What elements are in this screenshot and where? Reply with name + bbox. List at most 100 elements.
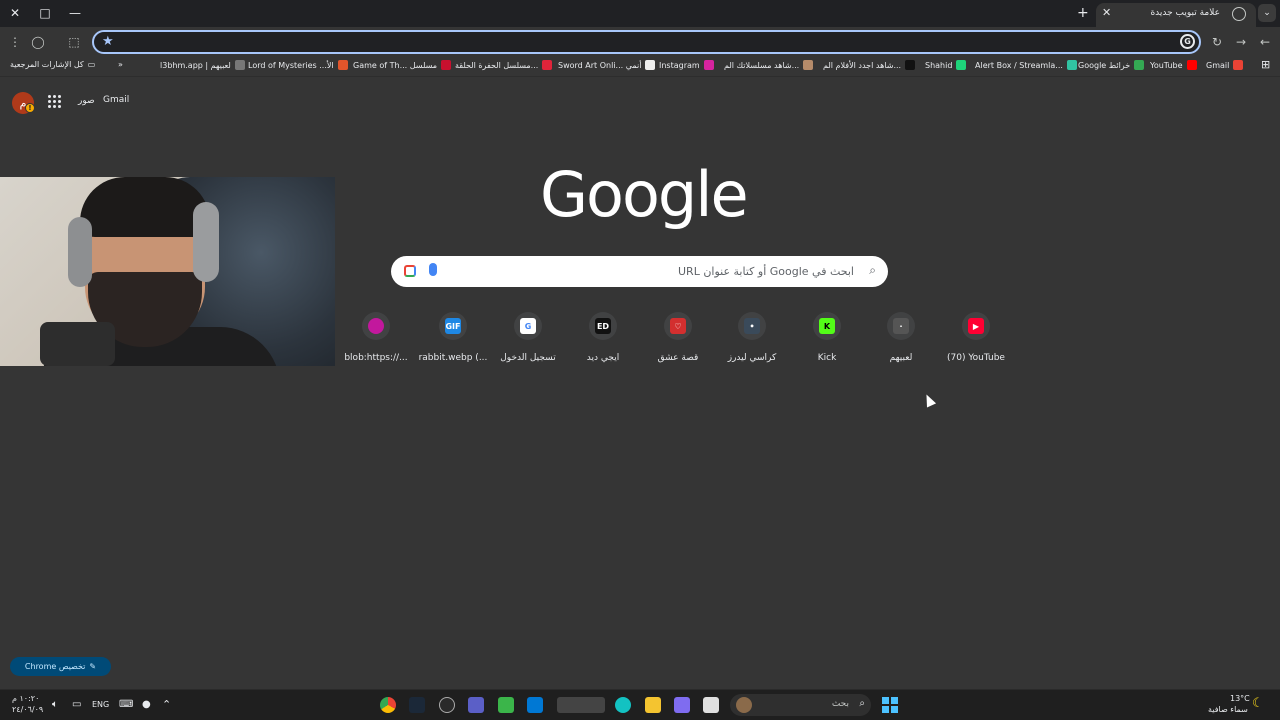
- shortcut-icon-circle: GIF: [439, 312, 467, 340]
- store-taskbar-icon[interactable]: [527, 697, 543, 713]
- bookmark-item[interactable]: Alert Box / Streamla...: [975, 60, 1077, 70]
- bookmark-label: YouTube: [1150, 60, 1183, 70]
- shortcut-label: قصة عشق: [657, 353, 699, 363]
- bookmark-item[interactable]: Shahid: [925, 60, 967, 70]
- bookmark-item[interactable]: Lord of Mysteries ...الأ: [248, 60, 348, 70]
- address-bar[interactable]: ★ G: [92, 30, 1201, 54]
- bookmark-item[interactable]: شاهد مسلسلاتك الم...: [724, 60, 814, 70]
- chrome-favicon-icon: [1232, 7, 1246, 21]
- shortcut-tile[interactable]: GIF rabbit.webp (...: [416, 310, 490, 370]
- streamer-app-taskbar-icon[interactable]: [557, 697, 605, 713]
- shortcut-tile[interactable]: K Kick: [790, 310, 864, 370]
- bookmark-item[interactable]: Game of Th... مسلسل: [353, 60, 452, 70]
- shortcut-tile[interactable]: blob:https://...: [339, 310, 413, 370]
- google-apps-icon[interactable]: [48, 95, 61, 108]
- app-taskbar-icon[interactable]: [439, 697, 455, 713]
- search-box[interactable]: ابحث في Google أو كتابة عنوان URL ⌕: [391, 256, 888, 287]
- network-icon[interactable]: ▭: [72, 699, 81, 710]
- steam-taskbar-icon[interactable]: [409, 697, 425, 713]
- shortcut-favicon-icon: ·: [893, 318, 909, 334]
- bookmark-item[interactable]: Sword Art Onli... أنمي: [558, 60, 656, 70]
- shortcut-tile[interactable]: G تسجيل الدخول: [491, 310, 565, 370]
- shortcut-tile[interactable]: · لعبيهم: [864, 310, 938, 370]
- shortcut-favicon-icon: ♡: [670, 318, 686, 334]
- taskbar-search[interactable]: بحث ⌕: [730, 694, 871, 716]
- tab-search-button[interactable]: ⌄: [1258, 4, 1276, 22]
- bookmark-label: شاهد مسلسلاتك الم...: [724, 60, 800, 70]
- customize-chrome-button[interactable]: ✎ تخصيص Chrome: [10, 657, 111, 676]
- images-link[interactable]: صور: [78, 96, 95, 106]
- bookmark-favicon-icon: [803, 60, 814, 70]
- bookmark-item[interactable]: Instagram: [659, 60, 714, 70]
- bookmark-label: Alert Box / Streamla...: [975, 60, 1063, 70]
- shortcut-label: ايجي ديد: [586, 353, 620, 363]
- language-indicator[interactable]: ENG: [92, 700, 109, 709]
- moon-icon[interactable]: ☾: [1252, 696, 1264, 711]
- profile-icon[interactable]: ◯: [30, 34, 46, 50]
- bookmarks-overflow-button[interactable]: »: [118, 60, 123, 69]
- bookmark-favicon-icon: [1134, 60, 1145, 70]
- edge-taskbar-icon[interactable]: [615, 697, 631, 713]
- bookmark-item[interactable]: شاهد اجدد الأفلام الم...: [823, 60, 916, 70]
- shortcut-label: تسجيل الدخول: [500, 353, 556, 363]
- bookmark-favicon-icon: [905, 60, 916, 70]
- clock-time[interactable]: ١٠:٢٠ م: [12, 694, 39, 703]
- bookmark-star-icon[interactable]: ★: [102, 34, 114, 49]
- bookmark-label: Game of Th... مسلسل: [353, 60, 438, 70]
- bookmark-item[interactable]: YouTube: [1150, 60, 1197, 70]
- shortcut-tile[interactable]: ♡ قصة عشق: [641, 310, 715, 370]
- file-explorer-taskbar-icon[interactable]: [645, 697, 661, 713]
- window-minimize-button[interactable]: —: [63, 3, 87, 23]
- teams-taskbar-icon[interactable]: [468, 697, 484, 713]
- extensions-icon[interactable]: ⬚: [66, 34, 82, 50]
- new-tab-button[interactable]: +: [1077, 5, 1089, 21]
- chrome-taskbar-icon[interactable]: [380, 697, 396, 713]
- bookmark-item[interactable]: l3bhm.app | لعبيهم: [160, 60, 245, 70]
- task-view-icon[interactable]: [703, 697, 719, 713]
- copilot-taskbar-icon[interactable]: [674, 697, 690, 713]
- shortcut-icon-circle: ED: [589, 312, 617, 340]
- mouse-cursor: [921, 392, 937, 408]
- weather-desc[interactable]: سماء صافية: [1208, 705, 1248, 714]
- microphone: [40, 322, 115, 366]
- taskbar: ١٠:٢٠ م ٢٤/٠٦/٠٩ 🔈︎ ▭ ENG ⌨ ● ⌃ بحث ⌕ 13…: [0, 689, 1280, 720]
- window-close-button[interactable]: ✕: [3, 3, 27, 23]
- bookmark-item[interactable]: Gmail: [1206, 60, 1244, 70]
- weather-temp[interactable]: 13°C: [1230, 694, 1250, 703]
- volume-icon[interactable]: 🔈︎: [52, 699, 58, 710]
- bookmark-item[interactable]: Google خرائط: [1078, 60, 1145, 70]
- windows-start-icon[interactable]: [882, 697, 898, 713]
- window-maximize-button[interactable]: □: [33, 3, 57, 23]
- bookmark-favicon-icon: [337, 60, 348, 70]
- back-icon[interactable]: ←: [1257, 34, 1273, 50]
- shortcut-tile[interactable]: • كراسي ليدرز: [715, 310, 789, 370]
- keyboard-icon[interactable]: ⌨: [119, 699, 133, 710]
- taskbar-search-placeholder: بحث: [831, 699, 849, 709]
- google-lens-icon[interactable]: G: [1180, 34, 1195, 49]
- google-lens-icon[interactable]: [404, 265, 416, 277]
- mic-tray-icon[interactable]: ●: [142, 699, 151, 710]
- customize-chrome-label: تخصيص Chrome: [24, 662, 86, 671]
- headphone-left: [68, 217, 92, 287]
- folder-icon: ▭: [87, 60, 96, 69]
- bookmark-favicon-icon: [1233, 60, 1244, 70]
- reload-icon[interactable]: ↻: [1209, 34, 1225, 50]
- shortcut-tile[interactable]: ED ايجي ديد: [566, 310, 640, 370]
- bookmark-item[interactable]: مسلسل الحفرة الحلقة...: [455, 60, 553, 70]
- apps-grid-icon[interactable]: ⊞: [1261, 58, 1270, 71]
- headphone-right: [193, 202, 219, 282]
- game-taskbar-icon[interactable]: [498, 697, 514, 713]
- tab-close-icon[interactable]: ✕: [1102, 6, 1111, 19]
- gmail-link[interactable]: Gmail: [103, 95, 129, 105]
- all-bookmarks-button[interactable]: كل الإشارات المرجعية ▭: [10, 60, 95, 69]
- shortcut-favicon-icon: ▶: [968, 318, 984, 334]
- menu-icon[interactable]: ⋮: [7, 34, 23, 50]
- microphone-icon[interactable]: [429, 263, 437, 276]
- shortcut-label: Kick: [817, 353, 837, 363]
- shortcut-icon-circle: G: [514, 312, 542, 340]
- forward-icon[interactable]: →: [1233, 34, 1249, 50]
- clock-date[interactable]: ٢٤/٠٦/٠٩: [12, 705, 43, 714]
- tab-new-tab[interactable]: ✕ علامة تبويب جديدة: [1096, 3, 1256, 27]
- chevron-up-icon[interactable]: ⌃: [162, 698, 171, 711]
- shortcut-tile[interactable]: ▶ (70) YouTube: [939, 310, 1013, 370]
